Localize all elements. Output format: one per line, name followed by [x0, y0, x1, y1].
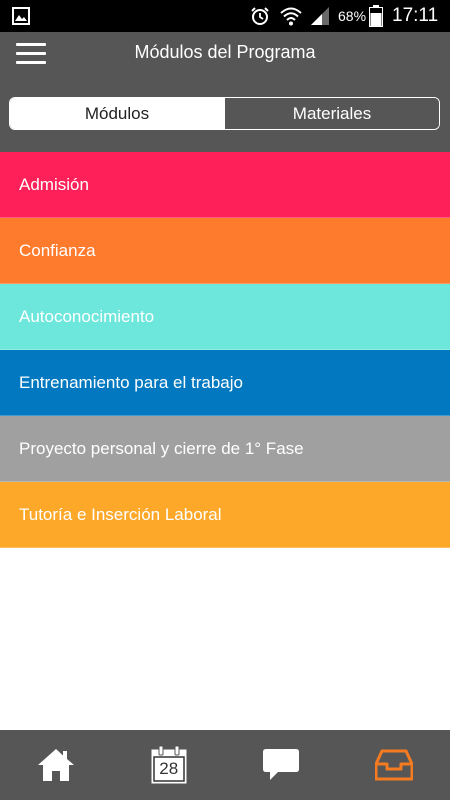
battery-icon [369, 5, 383, 27]
inbox-tray-icon [374, 749, 413, 781]
home-icon [38, 749, 75, 781]
module-item-proyecto-personal[interactable]: Proyecto personal y cierre de 1° Fase [0, 416, 450, 482]
segment-modulos[interactable]: Módulos [10, 98, 224, 129]
segment-materiales[interactable]: Materiales [224, 98, 439, 129]
alarm-icon [251, 7, 269, 25]
page-title: Módulos del Programa [134, 42, 316, 62]
module-label: Autoconocimiento [19, 306, 155, 326]
app-header: Módulos del Programa Módulos Materiales [0, 32, 450, 152]
module-item-autoconocimiento[interactable]: Autoconocimiento [0, 284, 450, 350]
tab-calendar[interactable]: 28 [113, 730, 226, 800]
module-list: Admisión Confianza Autoconocimiento Entr… [0, 152, 450, 548]
tab-inbox[interactable] [338, 730, 450, 800]
module-label: Proyecto personal y cierre de 1° Fase [19, 438, 304, 458]
clock: 17:11 [392, 5, 439, 26]
calendar-icon: 28 [151, 746, 187, 784]
module-label: Entrenamiento para el trabajo [19, 372, 243, 392]
tab-home[interactable] [0, 730, 113, 800]
signal-icon [311, 7, 329, 25]
module-item-entrenamiento[interactable]: Entrenamiento para el trabajo [0, 350, 450, 416]
module-item-admision[interactable]: Admisión [0, 152, 450, 218]
gallery-icon [12, 7, 30, 25]
segmented-control: Módulos Materiales [9, 97, 440, 130]
tab-chat[interactable] [225, 730, 338, 800]
module-item-confianza[interactable]: Confianza [0, 218, 450, 284]
calendar-day: 28 [159, 759, 179, 778]
wifi-icon [280, 7, 302, 26]
module-item-tutoria[interactable]: Tutoría e Inserción Laboral [0, 482, 450, 548]
module-label: Tutoría e Inserción Laboral [19, 504, 222, 524]
chat-bubble-icon [263, 749, 300, 780]
module-label: Admisión [19, 174, 89, 194]
battery-percent: 68% [338, 8, 367, 24]
bottom-tab-bar: 28 [0, 730, 450, 800]
status-bar: 68% 17:11 [0, 0, 450, 32]
module-label: Confianza [19, 240, 96, 260]
